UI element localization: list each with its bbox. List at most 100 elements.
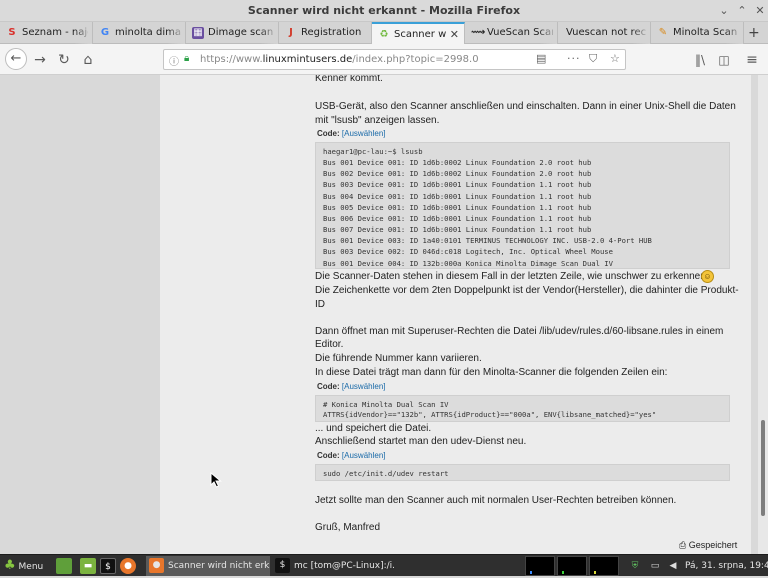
network-icon[interactable]: ▭ <box>647 558 663 574</box>
seznam-icon: S <box>8 27 16 38</box>
post-text: Die führende Nummer kann variieren. <box>315 353 482 364</box>
start-menu-button[interactable]: ♣ Menu <box>4 555 43 577</box>
code-line: Bus 004 Device 001: ID 1d6b:0001 Linux F… <box>323 192 592 201</box>
post-text: ... und speichert die Datei. <box>315 423 432 434</box>
code-block-lsusb: haegar1@pc-lau:~$ lsusb Bus 001 Device 0… <box>315 142 730 269</box>
window-titlebar: Scanner wird nicht erkannt - Mozilla Fir… <box>0 0 768 22</box>
network-graph <box>589 556 619 576</box>
bookmark-star-icon[interactable]: ☆ <box>610 52 620 65</box>
tab-seznam[interactable]: S Seznam - najd <box>0 22 93 44</box>
mint-menu-icon: ♣ <box>4 558 16 573</box>
back-button[interactable]: ← <box>5 48 27 70</box>
post-text: Jetzt sollte man den Scanner auch mit no… <box>315 495 677 506</box>
reader-view-icon[interactable]: ▤ <box>536 52 546 65</box>
forum-post: Kenner kommt. USB-Gerät, also den Scanne… <box>160 75 751 554</box>
linuxmint-icon: ♻ <box>379 29 389 40</box>
taskbar: ♣ Menu ▬ $ ● ● Scanner wird nicht erk...… <box>0 554 768 576</box>
home-button[interactable]: ⌂ <box>78 50 98 70</box>
post-text: Anschließend startet man den udev-Dienst… <box>315 436 527 447</box>
memory-graph <box>557 556 587 576</box>
menu-icon[interactable]: ≡ <box>742 50 762 70</box>
post-text: In diese Datei trägt man dann für den Mi… <box>315 367 668 378</box>
image-site-icon: ▦ <box>192 27 204 39</box>
code-line: Bus 001 Device 003: ID 1a40:0101 TERMINU… <box>323 236 652 245</box>
volume-icon[interactable]: ◀ <box>665 558 681 574</box>
post-text: ID <box>315 299 325 310</box>
url-bar[interactable]: ⓘ 🔒︎ https://www.linuxmintusers.de/index… <box>163 49 626 70</box>
smiley-icon: ☺ <box>701 270 714 283</box>
clock[interactable]: Pá, 31. srpna, 19:41 <box>685 555 768 577</box>
taskbar-window-terminal[interactable]: $ mc [tom@PC-Linux]:/i... <box>272 556 394 576</box>
code-line: Bus 006 Device 001: ID 1d6b:0001 Linux F… <box>323 214 592 223</box>
tab-bar: S Seznam - najd G minolta dimag ▦ Dimage… <box>0 22 768 44</box>
code-line: Bus 001 Device 001: ID 1d6b:0002 Linux F… <box>323 158 592 167</box>
registration-icon: J <box>289 27 293 38</box>
code-line: Bus 005 Device 001: ID 1d6b:0001 Linux F… <box>323 203 592 212</box>
new-tab-button[interactable]: + <box>748 25 760 41</box>
close-tab-icon[interactable]: ✕ <box>450 28 459 41</box>
code-line: ATTRS{idVendor}=="132b", ATTRS{idProduct… <box>323 410 657 419</box>
page-viewport: Kenner kommt. USB-Gerät, also den Scanne… <box>0 75 768 554</box>
page-actions-icon[interactable]: ··· <box>567 52 581 65</box>
mouse-pointer-icon <box>210 472 222 488</box>
files-icon[interactable]: ▬ <box>80 558 96 574</box>
post-text: USB-Gerät, also den Scanner anschließen … <box>315 101 736 112</box>
saved-icon: ⎙ <box>679 540 687 550</box>
tab-minolta-search[interactable]: G minolta dimag <box>93 22 186 44</box>
post-signature: Gruß, Manfred <box>315 522 381 533</box>
maximize-button[interactable]: ⌃ <box>736 5 748 17</box>
post-text: Dann öffnet man mit Superuser-Rechten di… <box>315 326 724 337</box>
cpu-graph <box>525 556 555 576</box>
vuescan-icon: ⟿ <box>471 27 486 38</box>
tab-scanner-active[interactable]: ♻ Scanner wi ✕ <box>372 22 465 44</box>
close-window-button[interactable]: ✕ <box>754 5 766 17</box>
post-text: Kenner kommt. <box>315 75 383 84</box>
window-title: Scanner wird nicht erkannt - Mozilla Fir… <box>247 4 521 17</box>
pocket-icon[interactable]: ⛉ <box>589 52 597 66</box>
taskbar-window-firefox[interactable]: ● Scanner wird nicht erk... <box>146 556 270 576</box>
terminal-icon[interactable]: $ <box>100 558 116 574</box>
url-text: https://www.linuxmintusers.de/index.php?… <box>200 54 479 65</box>
code-block-restart: sudo /etc/init.d/udev restart <box>315 464 730 481</box>
code-line: Bus 003 Device 002: ID 046d:c018 Logitec… <box>323 247 613 256</box>
post-text: Die Scanner-Daten stehen in diesem Fall … <box>315 271 706 282</box>
select-code-link[interactable]: [Auswählen] <box>342 129 386 138</box>
tab-label: Scanner wi <box>394 29 446 40</box>
post-text: Die Zeichenkette vor dem 2ten Doppelpunk… <box>315 285 739 296</box>
post-text: Editor. <box>315 339 344 350</box>
library-icon[interactable]: ‖\ <box>690 50 710 70</box>
sidebar-icon[interactable]: ◫ <box>714 50 734 70</box>
reload-button[interactable]: ↻ <box>54 50 74 70</box>
post-text: mit "lsusb" anzeigen lassen. <box>315 115 440 126</box>
firefox-icon[interactable]: ● <box>120 558 136 574</box>
info-icon[interactable]: ⓘ <box>169 53 179 68</box>
lock-icon[interactable]: 🔒︎ <box>184 53 189 64</box>
tab-vuescan[interactable]: ⟿ VueScan Scan <box>465 22 558 44</box>
select-code-link[interactable]: [Auswählen] <box>342 451 386 460</box>
tab-minolta-scan[interactable]: ✎ Minolta Scan D <box>651 22 744 44</box>
google-icon: G <box>100 27 110 38</box>
code-header: Code: [Auswählen] <box>317 382 386 391</box>
firefox-icon: ● <box>149 558 164 573</box>
code-line: Bus 007 Device 001: ID 1d6b:0001 Linux F… <box>323 225 592 234</box>
saved-post-button[interactable]: ⎙ Gespeichert <box>679 540 737 551</box>
shield-update-icon[interactable]: ⛨ <box>627 558 643 574</box>
show-desktop-icon[interactable] <box>56 558 72 574</box>
tab-vuescan-not-recog[interactable]: Vuescan not recog <box>558 22 651 44</box>
code-line: Bus 003 Device 001: ID 1d6b:0001 Linux F… <box>323 180 592 189</box>
code-line: # Konica Minolta Dual Scan IV <box>323 400 449 409</box>
code-line: Bus 002 Device 001: ID 1d6b:0002 Linux F… <box>323 169 592 178</box>
code-line: Bus 001 Device 004: ID 132b:000a Konica … <box>323 259 613 268</box>
navigation-bar: ← → ↻ ⌂ ⓘ 🔒︎ https://www.linuxmintusers.… <box>0 44 768 75</box>
code-block-udev-rule: # Konica Minolta Dual Scan IV ATTRS{idVe… <box>315 395 730 422</box>
page-scrollbar[interactable] <box>758 75 768 554</box>
scrollbar-thumb[interactable] <box>761 420 765 516</box>
code-header: Code: [Auswählen] <box>317 129 386 138</box>
minolta-icon: ✎ <box>658 27 668 38</box>
forward-button[interactable]: → <box>30 50 50 70</box>
select-code-link[interactable]: [Auswählen] <box>342 382 386 391</box>
tab-dimage-scan[interactable]: ▦ Dimage scan d <box>186 22 279 44</box>
tab-registration[interactable]: J Registration <box>279 22 372 44</box>
minimize-button[interactable]: ⌄ <box>718 5 730 17</box>
code-line: haegar1@pc-lau:~$ lsusb <box>323 147 423 156</box>
